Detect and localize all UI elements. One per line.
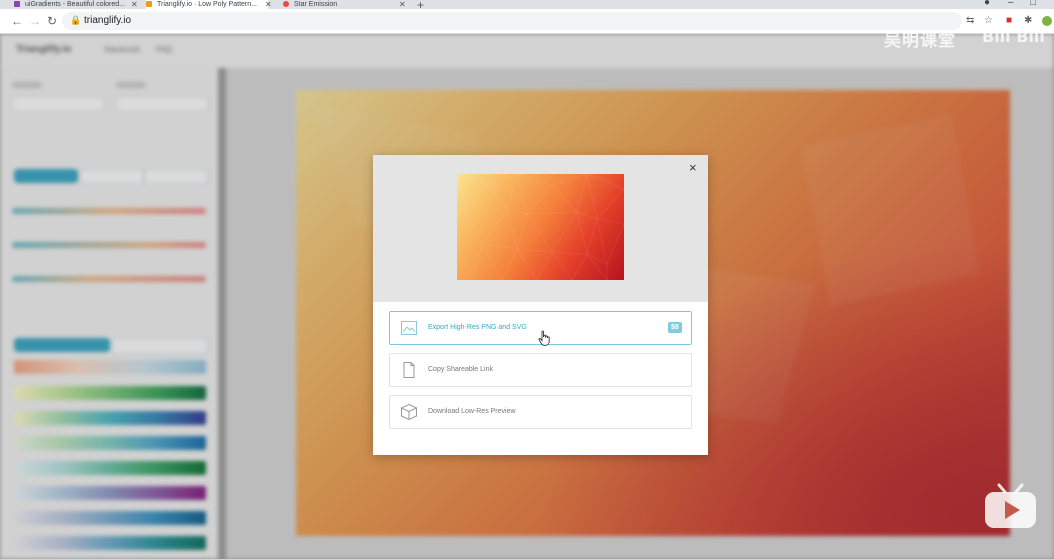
low-poly-preview-icon (457, 174, 624, 280)
translate-icon[interactable]: ⇆ (966, 15, 974, 27)
price-badge: $8 (668, 322, 682, 333)
minimize-button[interactable]: – (1008, 0, 1014, 8)
copy-shareable-link-button[interactable]: Copy Shareable Link (389, 353, 692, 387)
hand-cursor-icon (538, 330, 550, 346)
lock-icon: 🔒 (70, 15, 82, 25)
bilibili-tv-icon (985, 483, 1036, 528)
star-emission-favicon-icon (283, 1, 289, 8)
export-modal: × Export High-Res PNG and SVG $8 Copy Sh… (373, 155, 708, 455)
account-icon[interactable]: ● (984, 0, 990, 8)
close-tab-icon[interactable]: ✕ (131, 0, 138, 9)
image-icon (401, 321, 417, 335)
box-icon (400, 403, 418, 421)
browser-tab-trianglify[interactable]: Trianglify.io · Low Poly Pattern... (146, 0, 268, 9)
close-modal-button[interactable]: × (689, 161, 697, 175)
browser-tab-uigradients[interactable]: uiGradients - Beautiful colored... (14, 0, 134, 9)
document-icon (403, 362, 415, 378)
download-preview-label: Download Low-Res Preview (428, 408, 516, 415)
back-arrow-icon[interactable]: ← (11, 13, 23, 29)
close-tab-icon[interactable]: ✕ (399, 0, 406, 9)
trianglify-favicon-icon (146, 1, 152, 8)
watermark-text: 吴明课堂 (884, 31, 956, 50)
pattern-preview-thumbnail (457, 174, 624, 280)
export-high-res-label: Export High-Res PNG and SVG (428, 324, 527, 331)
close-tab-icon[interactable]: ✕ (265, 0, 272, 9)
url-text[interactable]: trianglify.io (84, 14, 131, 28)
address-bar[interactable] (62, 12, 962, 30)
bilibili-watermark: Bili Bili (982, 27, 1045, 46)
copy-link-label: Copy Shareable Link (428, 366, 493, 373)
uigradients-favicon-icon (14, 1, 20, 8)
profile-avatar[interactable] (1042, 16, 1052, 26)
browser-tab-star-emission[interactable]: Star Emission (283, 0, 398, 9)
browser-tab-bar: uiGradients - Beautiful colored... ✕ Tri… (0, 0, 1054, 12)
download-low-res-button[interactable]: Download Low-Res Preview (389, 395, 692, 429)
modal-preview-area (373, 155, 708, 302)
star-bookmark-icon[interactable]: ☆ (984, 15, 993, 27)
reload-icon[interactable]: ↻ (47, 13, 57, 29)
puzzle-extensions-icon[interactable]: ✱ (1024, 15, 1032, 27)
maximize-button[interactable]: □ (1030, 0, 1036, 8)
extension-icon[interactable]: ■ (1006, 15, 1012, 27)
forward-arrow-icon[interactable]: → (29, 13, 41, 29)
